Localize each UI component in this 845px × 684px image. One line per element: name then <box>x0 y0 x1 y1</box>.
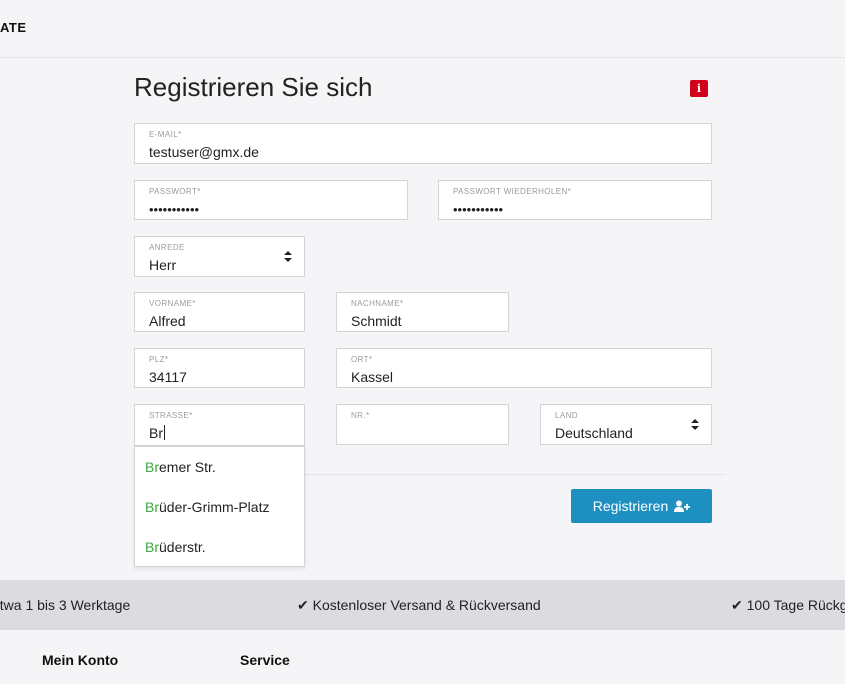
brand-logo[interactable]: ATE <box>0 20 27 35</box>
house-number-label: NR.* <box>351 411 370 420</box>
usp-returns: ✔ 100 Tage Rückg <box>731 597 845 614</box>
check-icon: ✔ <box>297 597 309 613</box>
salutation-select[interactable]: ANREDE Herr <box>134 236 305 277</box>
footer-heading-account: Mein Konto <box>42 652 119 668</box>
lastname-label: NACHNAME* <box>351 299 404 308</box>
firstname-field[interactable]: VORNAME* Alfred <box>134 292 305 332</box>
lastname-field[interactable]: NACHNAME* Schmidt <box>336 292 509 332</box>
check-icon: ✔ <box>731 597 743 613</box>
register-button-label: Registrieren <box>592 498 669 514</box>
lastname-value: Schmidt <box>351 313 402 329</box>
password-repeat-field[interactable]: PASSWORT WIEDERHOLEN* ••••••••••• <box>438 180 712 220</box>
page-title: Registrieren Sie sich <box>134 72 373 102</box>
add-user-icon <box>674 500 691 513</box>
top-bar: ATE <box>0 0 845 58</box>
select-arrows-icon <box>691 419 699 433</box>
match-highlight: Br <box>145 499 159 515</box>
usp-shipping-text: Kostenloser Versand & Rückversand <box>312 597 541 613</box>
password-label: PASSWORT* <box>149 187 201 196</box>
country-select[interactable]: LAND Deutschland <box>540 404 712 445</box>
match-highlight: Br <box>145 459 159 475</box>
zip-field[interactable]: PLZ* 34117 <box>134 348 305 388</box>
country-value: Deutschland <box>555 425 633 441</box>
password-field[interactable]: PASSWORT* ••••••••••• <box>134 180 408 220</box>
autocomplete-item[interactable]: Brüder-Grimm-Platz <box>145 499 269 515</box>
suggestion-text: üder-Grimm-Platz <box>159 499 270 515</box>
text-cursor <box>164 425 165 440</box>
zip-label: PLZ* <box>149 355 169 364</box>
usp-returns-text: 100 Tage Rückg <box>746 597 845 613</box>
info-icon[interactable]: i <box>690 80 708 97</box>
street-label: STRASSE* <box>149 411 193 420</box>
suggestion-text: üderstr. <box>159 539 206 555</box>
usp-delivery: etwa 1 bis 3 Werktage <box>0 597 131 613</box>
password-repeat-label: PASSWORT WIEDERHOLEN* <box>453 187 572 196</box>
password-repeat-value: ••••••••••• <box>453 202 504 217</box>
street-value: Br <box>149 425 165 441</box>
firstname-value: Alfred <box>149 313 186 329</box>
suggestion-text: emer Str. <box>159 459 216 475</box>
street-field[interactable]: STRASSE* Br <box>134 404 305 446</box>
password-value: ••••••••••• <box>149 202 200 217</box>
street-autocomplete-list: Bremer Str. Brüder-Grimm-Platz Brüderstr… <box>134 446 305 567</box>
footer-heading-service: Service <box>240 652 290 668</box>
country-label: LAND <box>555 411 578 420</box>
street-typed-text: Br <box>149 425 163 441</box>
autocomplete-item[interactable]: Bremer Str. <box>145 459 216 475</box>
city-value: Kassel <box>351 369 394 385</box>
email-field[interactable]: E-MAIL* testuser@gmx.de <box>134 123 712 164</box>
salutation-label: ANREDE <box>149 243 185 252</box>
city-label: ORT* <box>351 355 373 364</box>
autocomplete-item[interactable]: Brüderstr. <box>145 539 206 555</box>
match-highlight: Br <box>145 539 159 555</box>
house-number-field[interactable]: NR.* <box>336 404 509 445</box>
salutation-value: Herr <box>149 257 177 273</box>
register-button[interactable]: Registrieren <box>571 489 712 523</box>
usp-shipping: ✔ Kostenloser Versand & Rückversand <box>297 597 541 614</box>
city-field[interactable]: ORT* Kassel <box>336 348 712 388</box>
zip-value: 34117 <box>149 369 187 385</box>
email-label: E-MAIL* <box>149 130 182 139</box>
firstname-label: VORNAME* <box>149 299 196 308</box>
email-value: testuser@gmx.de <box>149 144 259 160</box>
usp-bar: etwa 1 bis 3 Werktage ✔ Kostenloser Vers… <box>0 580 845 630</box>
select-arrows-icon <box>284 251 292 265</box>
